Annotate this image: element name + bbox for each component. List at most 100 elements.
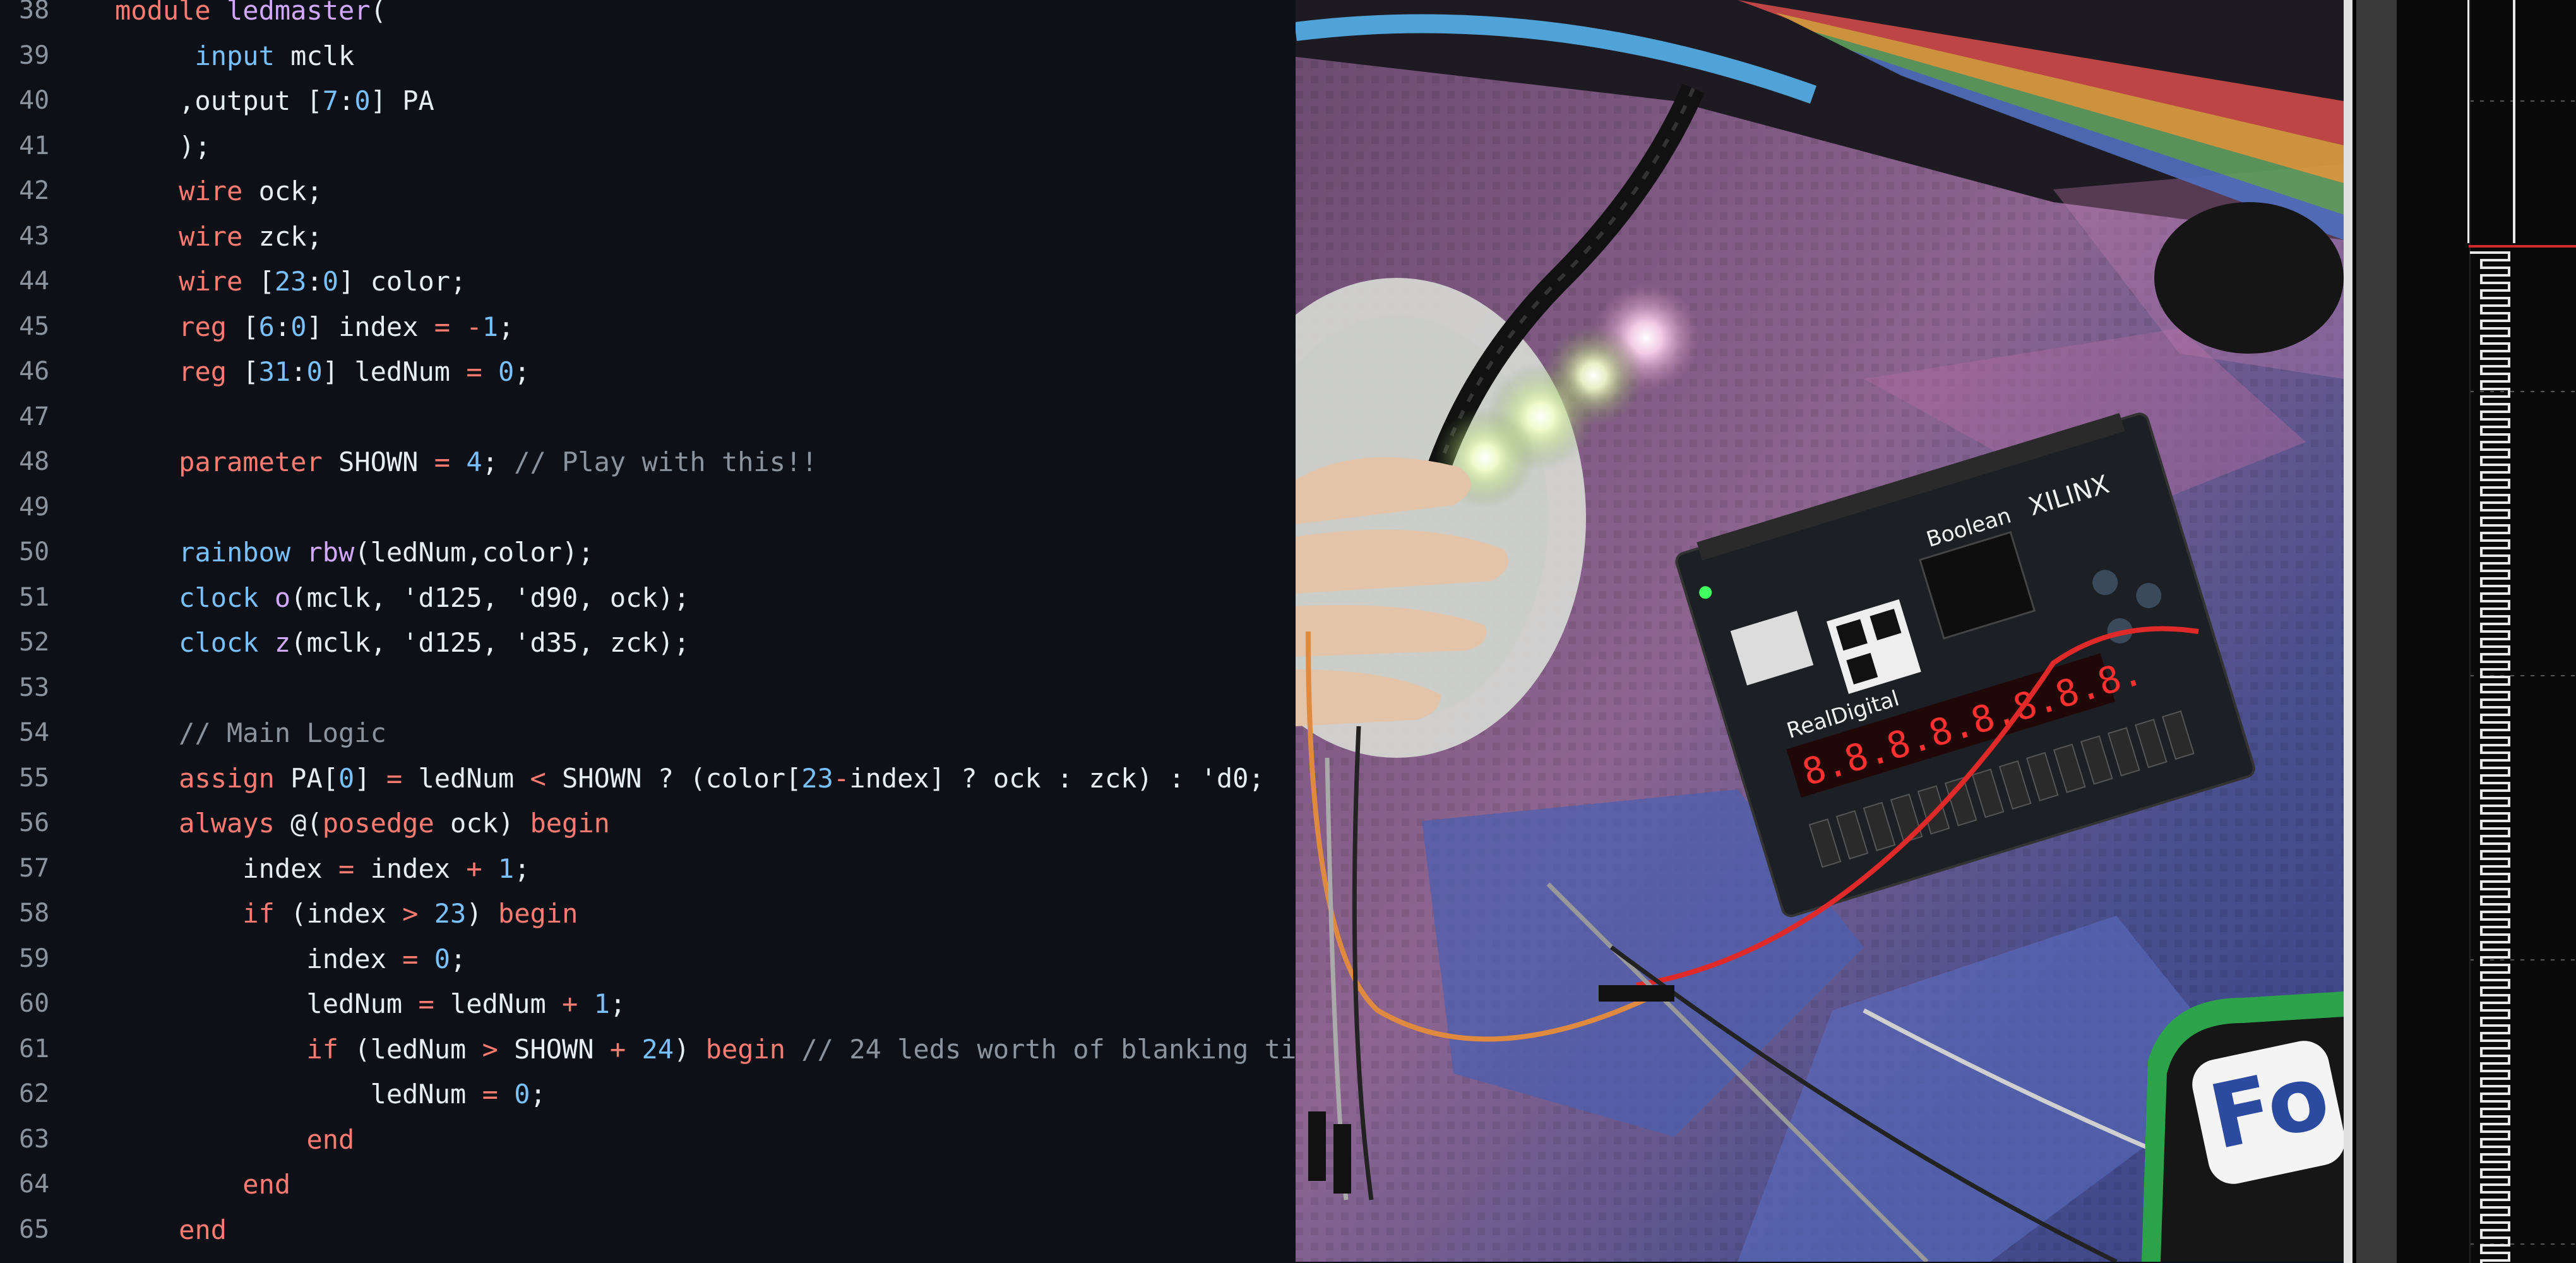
code-token: 6	[258, 311, 275, 342]
code-editor[interactable]: 38 module ledmaster(39 input mclk 40 ,outp…	[0, 0, 1296, 1263]
code-token: if	[306, 1033, 355, 1065]
code-token: ledNum	[402, 762, 530, 794]
code-token: =	[338, 853, 355, 884]
code-text[interactable]: wire [23:0] color;	[115, 259, 466, 304]
code-text[interactable]: ledNum = ledNum + 1;	[115, 981, 626, 1027]
waveform-viewer[interactable]	[2344, 0, 2576, 1263]
photo-fpga-led-strip: Boolean XILINX RealDigital 8.8.8.8.8.8.8…	[1296, 0, 2344, 1262]
code-token: rbw	[306, 537, 355, 568]
code-line[interactable]: 52 clock z(mclk, 'd125, 'd35, zck);	[0, 627, 1296, 678]
code-text[interactable]: reg [31:0] ledNum = 0;	[115, 349, 530, 395]
code-token: 31	[258, 356, 291, 387]
code-token: @(	[290, 808, 323, 839]
code-text[interactable]: ledNum = 0;	[115, 1072, 546, 1117]
code-token: if	[242, 898, 291, 929]
line-number: 60	[19, 989, 50, 1018]
code-token: <	[530, 762, 546, 794]
code-token: // 24 leds worth of blanking time	[801, 1033, 1296, 1065]
code-text[interactable]: input mclk	[115, 33, 354, 79]
code-token: zck;	[258, 220, 323, 252]
code-text[interactable]: end	[115, 1117, 354, 1163]
code-text[interactable]: end	[115, 1207, 227, 1253]
line-number: 51	[19, 582, 50, 612]
code-token: // Play with this!!	[514, 446, 818, 477]
code-token: reg	[179, 311, 243, 342]
code-text[interactable]: module ledmaster(	[115, 0, 386, 33]
code-token: begin	[498, 898, 578, 929]
code-text[interactable]: if (index > 23) begin	[115, 891, 578, 937]
code-token: ;	[482, 446, 515, 477]
code-token: =	[418, 988, 434, 1019]
line-number: 42	[19, 176, 50, 205]
code-text[interactable]: rainbow rbw(ledNum,color);	[115, 530, 593, 575]
code-text[interactable]: );	[115, 124, 211, 169]
line-number: 49	[19, 492, 50, 522]
code-token: 0	[290, 311, 307, 342]
code-token: assign	[179, 762, 291, 794]
code-text[interactable]: reg [6:0] index = -1;	[115, 304, 514, 350]
code-text[interactable]: wire zck;	[115, 214, 323, 260]
code-token: =	[434, 446, 451, 477]
code-token: (ledNum	[354, 1033, 482, 1065]
code-line[interactable]: 46 reg [31:0] ledNum = 0;	[0, 356, 1296, 407]
line-number: 63	[19, 1124, 50, 1154]
code-text[interactable]: // Main Logic	[115, 710, 386, 756]
code-token: 0	[322, 266, 339, 297]
code-token: ;	[514, 356, 530, 387]
code-token: -	[833, 762, 850, 794]
line-number: 45	[19, 311, 50, 341]
code-text[interactable]: parameter SHOWN = 4; // Play with this!!	[115, 440, 818, 485]
code-token: (	[370, 0, 386, 26]
code-text[interactable]: index = 0;	[115, 937, 466, 982]
line-number: 58	[19, 899, 50, 928]
code-token: ] index	[306, 311, 434, 342]
line-number: 57	[19, 853, 50, 883]
code-token: 7	[322, 85, 339, 116]
code-text[interactable]: index = index + 1;	[115, 846, 530, 892]
code-token: o	[274, 582, 291, 613]
code-text[interactable]: if (ledNum > SHOWN + 24) begin // 24 led…	[115, 1027, 1296, 1072]
code-text[interactable]: wire ock;	[115, 169, 323, 214]
code-token: 0	[514, 1079, 530, 1110]
code-token: index	[115, 853, 339, 884]
code-line[interactable]: 65 end	[0, 1214, 1296, 1263]
code-token: ledmaster	[227, 0, 371, 26]
code-token: (mclk, 'd125, 'd35, zck);	[290, 627, 690, 658]
code-text[interactable]: clock z(mclk, 'd125, 'd35, zck);	[115, 620, 689, 666]
line-number: 40	[19, 86, 50, 115]
code-text[interactable]: ,output [7:0] PA	[115, 78, 434, 124]
code-text[interactable]: assign PA[0] = ledNum < SHOWN ? (color[2…	[115, 756, 1265, 801]
code-line[interactable]: 48 parameter SHOWN = 4; // Play with thi…	[0, 446, 1296, 497]
code-token: [	[258, 266, 275, 297]
code-token: 23	[801, 762, 833, 794]
code-text[interactable]: end	[115, 1162, 290, 1207]
code-token: 0	[338, 762, 355, 794]
code-token: 1	[498, 853, 515, 884]
code-text[interactable]: clock o(mclk, 'd125, 'd90, ock);	[115, 575, 689, 621]
code-token: rainbow	[179, 537, 307, 568]
code-token: parameter	[179, 446, 339, 477]
code-token: end	[242, 1169, 291, 1200]
line-number: 50	[19, 537, 50, 566]
code-text[interactable]: always @(posedge ock) begin	[115, 801, 610, 846]
line-number: 48	[19, 447, 50, 476]
code-token: +	[466, 853, 482, 884]
code-token: end	[306, 1123, 355, 1155]
